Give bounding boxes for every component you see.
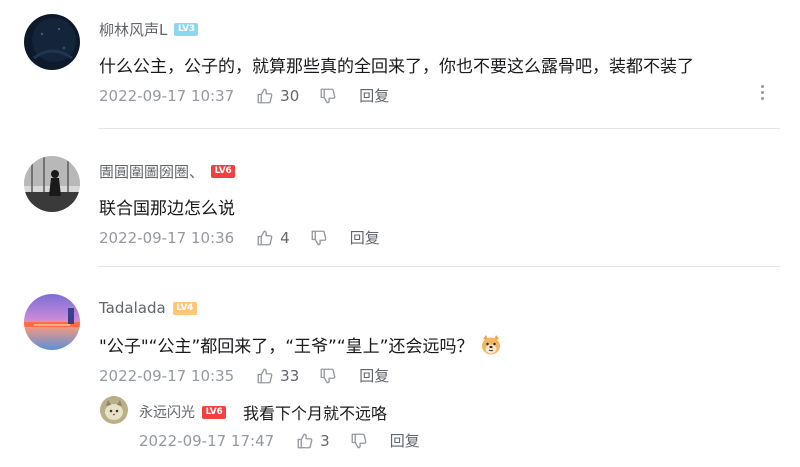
comment-text: 什么公主，公子的，就算那些真的全回来了，你也不要这么露骨吧，装都不装了 xyxy=(99,57,694,77)
like-count: 30 xyxy=(280,86,300,105)
like-count: 33 xyxy=(280,366,300,385)
dislike-button[interactable] xyxy=(319,367,337,385)
username[interactable]: Tadalada xyxy=(99,299,166,317)
reply-button[interactable]: 回复 xyxy=(359,85,389,106)
comment-item: 圊圓圍圖圀圏、 LV6 联合国那边怎么说 2022-09-17 10:36 4 … xyxy=(0,142,800,266)
reply-text: 我看下个月就不远咯 xyxy=(243,404,388,423)
thumb-down-icon xyxy=(311,230,327,245)
username[interactable]: 永远闪光 xyxy=(139,402,195,422)
reply-button[interactable]: 回复 xyxy=(359,365,389,386)
like-button[interactable]: 4 xyxy=(256,229,290,247)
sunset-lake-avatar[interactable] xyxy=(24,294,80,350)
thumb-up-icon xyxy=(257,230,273,245)
comment-item: 柳林风声L LV3 什么公主，公子的，就算那些真的全回来了，你也不要这么露骨吧，… xyxy=(0,0,800,128)
divider xyxy=(98,266,780,267)
reply-button[interactable]: 回复 xyxy=(350,227,380,248)
like-button[interactable]: 3 xyxy=(296,432,330,450)
like-count: 3 xyxy=(320,431,330,450)
level-badge: LV6 xyxy=(211,165,236,178)
thumb-up-icon xyxy=(257,88,273,103)
like-button[interactable]: 33 xyxy=(256,367,299,385)
divider xyxy=(98,128,780,129)
thumb-down-icon xyxy=(320,88,336,103)
like-count: 4 xyxy=(280,228,290,247)
username[interactable]: 柳林风声L xyxy=(99,19,167,40)
username[interactable]: 圊圓圍圖圀圏、 xyxy=(99,161,204,182)
dislike-button[interactable] xyxy=(350,432,368,450)
dislike-button[interactable] xyxy=(310,229,328,247)
comment-text: 联合国那边怎么说 xyxy=(99,199,235,219)
thumb-down-icon xyxy=(351,433,367,448)
silhouette-window-avatar[interactable] xyxy=(24,156,80,212)
cat-avatar[interactable] xyxy=(100,396,128,424)
more-vertical-icon[interactable] xyxy=(754,82,770,102)
like-button[interactable]: 30 xyxy=(256,87,299,105)
level-badge: LV4 xyxy=(172,301,197,315)
doge-emoji xyxy=(479,333,503,357)
comment-time: 2022-09-17 10:35 xyxy=(99,366,235,385)
reply-time: 2022-09-17 17:47 xyxy=(139,431,275,450)
dark-night-avatar[interactable] xyxy=(24,14,80,70)
thumb-up-icon xyxy=(257,368,273,383)
comment-list: 柳林风声L LV3 什么公主，公子的，就算那些真的全回来了，你也不要这么露骨吧，… xyxy=(0,0,800,467)
comment-item: Tadalada LV4 "公子"“公主”都回来了，“王爷”“皇上”还会远吗？ … xyxy=(0,280,800,390)
reply-button[interactable]: 回复 xyxy=(390,430,420,451)
comment-time: 2022-09-17 10:37 xyxy=(99,86,235,105)
comment-text: "公子"“公主”都回来了，“王爷”“皇上”还会远吗？ xyxy=(99,337,474,357)
level-badge: LV3 xyxy=(174,23,199,36)
comment-time: 2022-09-17 10:36 xyxy=(99,228,235,247)
dislike-button[interactable] xyxy=(319,87,337,105)
sub-reply-item: 永远闪光 LV6 我看下个月就不远咯 2022-09-17 17:47 3 回复 xyxy=(0,396,800,460)
thumb-down-icon xyxy=(320,368,336,383)
level-badge: LV6 xyxy=(202,405,226,419)
thumb-up-icon xyxy=(297,433,313,448)
